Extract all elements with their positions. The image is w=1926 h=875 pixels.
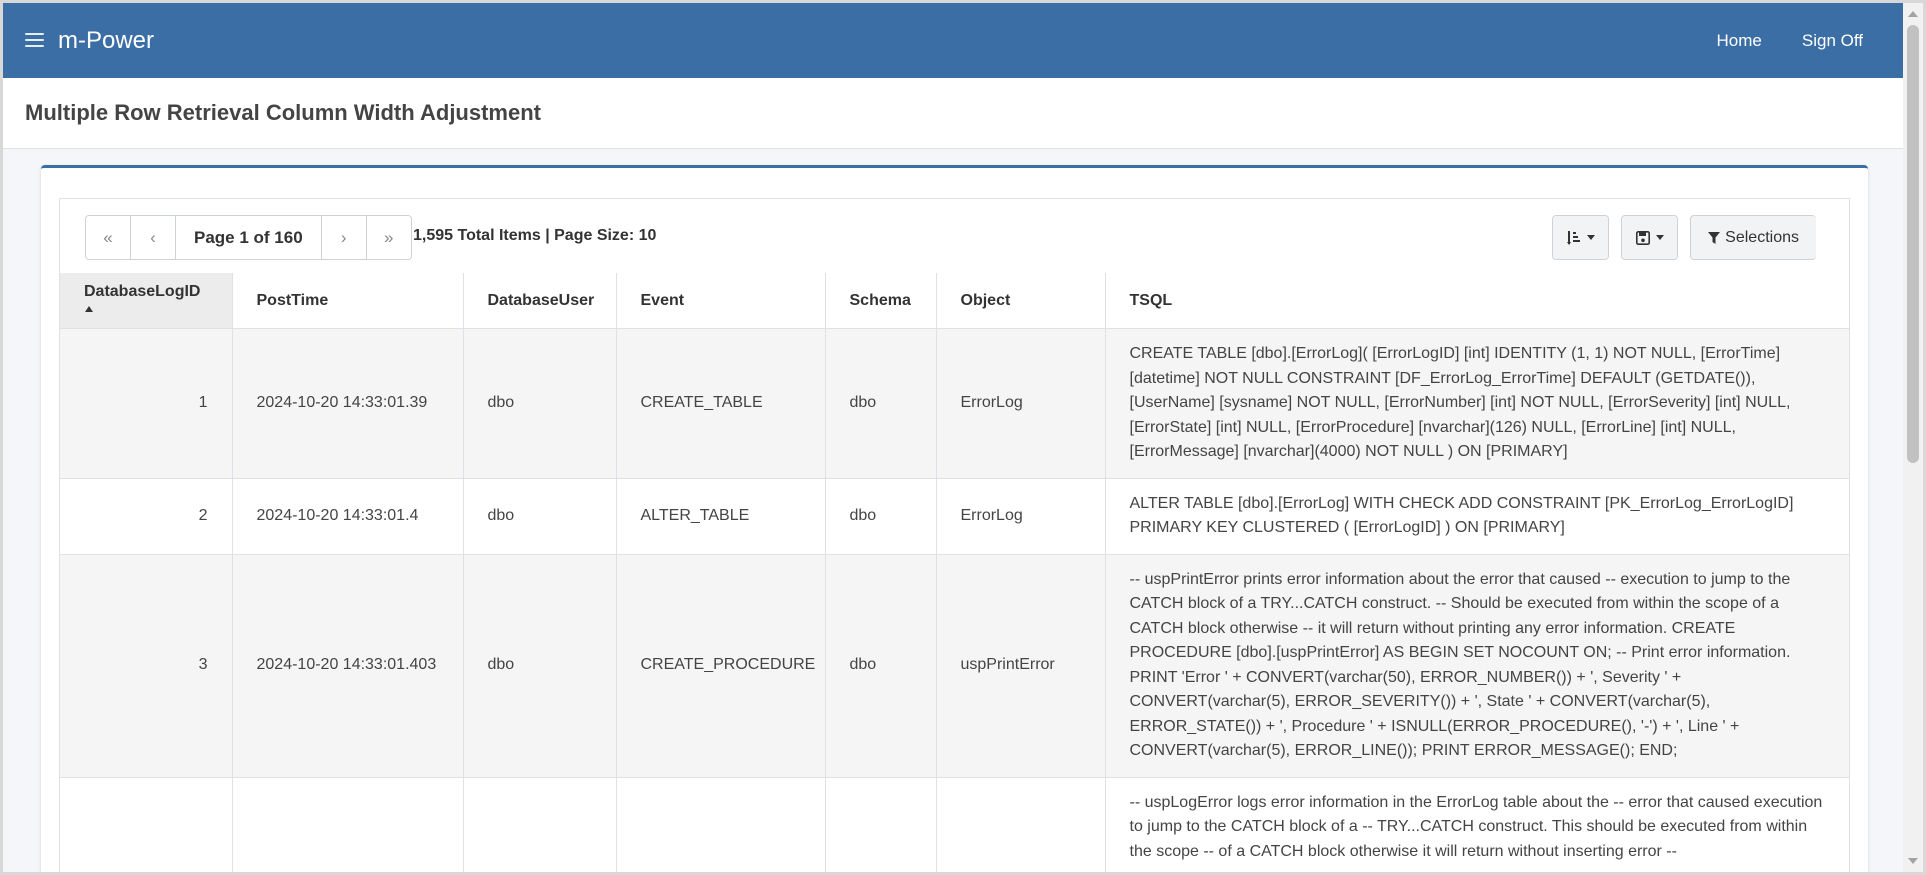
column-header-event[interactable]: Event [616, 273, 826, 329]
cell-event: CREATE_PROCEDURE [616, 554, 826, 778]
cell-schema: dbo [825, 554, 937, 778]
cell-tsql: -- uspLogError logs error information in… [1105, 777, 1849, 872]
nav-sign-off-link[interactable]: Sign Off [1802, 31, 1863, 51]
filter-icon [1708, 231, 1721, 244]
table-body: 1 2024-10-20 14:33:01.39 dbo CREATE_TABL… [60, 328, 1849, 872]
brand-logo[interactable]: m-Power [58, 27, 154, 55]
grid-toolbar: « ‹ Page 1 of 160 › » 1,595 Total Items … [60, 199, 1849, 274]
cell-databaselogid: 2 [60, 478, 233, 555]
column-header-object[interactable]: Object [936, 273, 1106, 329]
top-navbar: m-Power Home Sign Off [3, 3, 1903, 78]
column-header-databaseuser[interactable]: DatabaseUser [463, 273, 617, 329]
sort-dropdown [1552, 215, 1610, 260]
cell-schema: dbo [825, 478, 937, 555]
chevron-down-icon [1586, 235, 1595, 240]
table-row[interactable]: 2 2024-10-20 14:33:01.4 dbo ALTER_TABLE … [60, 478, 1849, 555]
table-row[interactable]: -- uspLogError logs error information in… [60, 777, 1849, 872]
cell-event [616, 777, 826, 872]
table-row[interactable]: 1 2024-10-20 14:33:01.39 dbo CREATE_TABL… [60, 328, 1849, 479]
report-card: « ‹ Page 1 of 160 › » 1,595 Total Items … [41, 165, 1868, 872]
top-nav-links: Home Sign Off [1717, 31, 1863, 51]
export-options-button[interactable] [1622, 216, 1678, 259]
column-header-schema[interactable]: Schema [825, 273, 937, 329]
nav-home-link[interactable]: Home [1717, 31, 1762, 51]
hamburger-menu-icon[interactable] [25, 33, 44, 47]
scroll-up-icon[interactable] [1908, 11, 1918, 17]
total-items-text: 1,595 Total Items | Page Size: 10 [413, 227, 657, 244]
cell-databaselogid [60, 777, 233, 872]
page-header: Multiple Row Retrieval Column Width Adju… [3, 78, 1903, 149]
pagination: « ‹ Page 1 of 160 › » [85, 215, 412, 260]
cell-databaseuser: dbo [463, 328, 617, 479]
sort-options-button[interactable] [1553, 216, 1609, 259]
export-dropdown [1621, 215, 1679, 260]
table-header: DatabaseLogID PostTime DatabaseUser Even… [60, 273, 1849, 329]
grid-tools: Selections [1552, 215, 1816, 260]
cell-posttime [232, 777, 464, 872]
cell-schema: dbo [825, 328, 937, 479]
first-page-button[interactable]: « [86, 216, 131, 259]
next-page-button[interactable]: › [321, 216, 367, 259]
cell-object: ErrorLog [936, 328, 1106, 479]
vertical-scrollbar[interactable] [1903, 3, 1923, 872]
cell-event: CREATE_TABLE [616, 328, 826, 479]
previous-page-button[interactable]: ‹ [131, 216, 176, 259]
grid-container: « ‹ Page 1 of 160 › » 1,595 Total Items … [59, 198, 1850, 872]
save-icon [1635, 230, 1650, 245]
cell-object: ErrorLog [936, 478, 1106, 555]
page-indicator: Page 1 of 160 [176, 216, 322, 259]
cell-databaseuser: dbo [463, 554, 617, 778]
selections-label: Selections [1725, 228, 1799, 246]
column-header-posttime[interactable]: PostTime [232, 273, 464, 329]
column-header-tsql[interactable]: TSQL [1105, 273, 1849, 329]
cell-tsql: -- uspPrintError prints error informatio… [1105, 554, 1849, 778]
last-page-button[interactable]: » [366, 216, 411, 259]
cell-object [936, 777, 1106, 872]
chevron-down-icon [1655, 235, 1664, 240]
data-table: DatabaseLogID PostTime DatabaseUser Even… [60, 273, 1849, 872]
table-row[interactable]: 3 2024-10-20 14:33:01.403 dbo CREATE_PRO… [60, 554, 1849, 778]
column-header-label: DatabaseLogID [84, 282, 201, 300]
cell-databaselogid: 3 [60, 554, 233, 778]
selections-button[interactable]: Selections [1690, 215, 1816, 260]
app-window: m-Power Home Sign Off Multiple Row Retri… [3, 3, 1903, 872]
cell-tsql: ALTER TABLE [dbo].[ErrorLog] WITH CHECK … [1105, 478, 1849, 555]
scrollbar-thumb[interactable] [1907, 25, 1919, 463]
page-title: Multiple Row Retrieval Column Width Adju… [25, 100, 541, 125]
cell-schema [825, 777, 937, 872]
cell-object: uspPrintError [936, 554, 1106, 778]
cell-posttime: 2024-10-20 14:33:01.403 [232, 554, 464, 778]
cell-databaselogid: 1 [60, 328, 233, 479]
cell-databaseuser: dbo [463, 478, 617, 555]
cell-posttime: 2024-10-20 14:33:01.4 [232, 478, 464, 555]
sort-ascending-icon [85, 306, 93, 313]
cell-event: ALTER_TABLE [616, 478, 826, 555]
column-header-databaselogid[interactable]: DatabaseLogID [60, 273, 233, 329]
cell-tsql: CREATE TABLE [dbo].[ErrorLog]( [ErrorLog… [1105, 328, 1849, 479]
cell-posttime: 2024-10-20 14:33:01.39 [232, 328, 464, 479]
sort-icon [1566, 230, 1580, 245]
cell-databaseuser [463, 777, 617, 872]
scroll-down-icon[interactable] [1908, 858, 1918, 864]
